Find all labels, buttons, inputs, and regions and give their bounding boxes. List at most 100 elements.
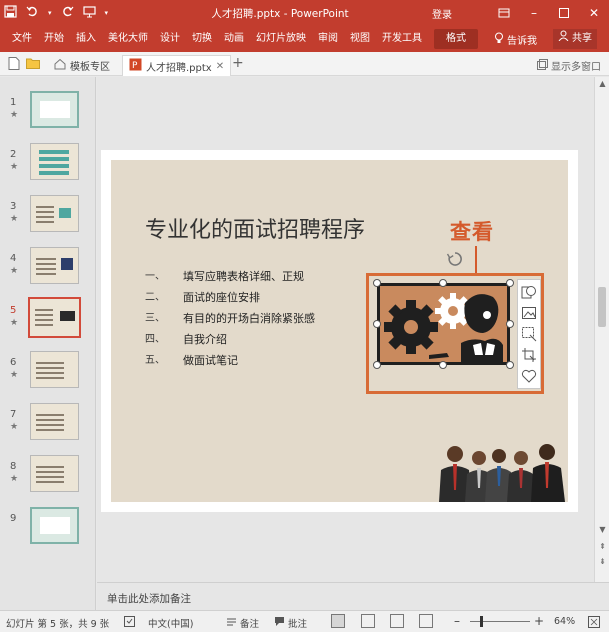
notes-pane[interactable]: 单击此处添加备注 <box>97 582 609 610</box>
tell-me-box[interactable]: 告诉我 <box>494 32 537 47</box>
tab-insert[interactable]: 插入 <box>70 26 102 52</box>
slide-thumbnail-active[interactable]: 5 ★ <box>0 293 95 345</box>
minimize-icon[interactable]: – <box>519 0 549 26</box>
zoom-level[interactable]: 64% <box>554 616 575 627</box>
tab-template-zone[interactable]: 模板专区 <box>48 55 116 76</box>
reading-view-icon[interactable] <box>390 614 404 628</box>
tab-file[interactable]: 文件 <box>6 26 38 52</box>
fit-to-window-icon[interactable] <box>588 616 600 628</box>
tab-design[interactable]: 设计 <box>154 26 186 52</box>
window-controls: – ✕ <box>489 0 609 26</box>
undo-dropdown-icon[interactable]: ▾ <box>48 9 52 17</box>
notes-toggle-label: 备注 <box>240 619 260 630</box>
svg-text:P: P <box>132 61 138 71</box>
slide-thumbnail[interactable]: 1 ★ <box>0 85 95 137</box>
quick-access-toolbar: ▾ ▾ <box>4 4 108 22</box>
slide-thumbnail[interactable]: 4 ★ <box>0 241 95 293</box>
bullet-item: 二、 面试的座位安排 <box>145 291 260 304</box>
layout-options-icon[interactable] <box>521 284 537 300</box>
comment-icon <box>274 616 285 630</box>
rotate-handle-icon[interactable] <box>446 250 464 268</box>
accessibility-icon[interactable] <box>124 616 135 627</box>
resize-handle-ne[interactable] <box>506 279 514 287</box>
show-multi-window-button[interactable]: 显示多窗口 <box>537 58 601 73</box>
tab-view[interactable]: 视图 <box>344 26 376 52</box>
zoom-slider[interactable] <box>470 621 530 622</box>
favorite-heart-icon[interactable] <box>521 368 537 384</box>
lightbulb-icon <box>494 32 504 47</box>
start-slideshow-icon[interactable] <box>82 5 96 21</box>
resize-handle-s[interactable] <box>439 361 447 369</box>
slide-number: 7 <box>10 409 17 420</box>
ribbon-tabs: 文件 开始 插入 美化大师 设计 切换 动画 幻灯片放映 审阅 视图 开发工具 … <box>6 26 478 52</box>
slide-canvas: 专业化的面试招聘程序 一、 填写应聘表格详细、正规 二、 面试的座位安排 三、 有目的… <box>101 150 578 512</box>
login-link[interactable]: 登录 <box>432 6 452 21</box>
slide-thumbnail[interactable]: 6 ★ <box>0 345 95 397</box>
open-folder-icon[interactable] <box>26 57 40 70</box>
scroll-down-icon[interactable]: ▼ <box>595 525 609 534</box>
slide-sorter-view-icon[interactable] <box>361 614 375 628</box>
language-label[interactable]: 中文(中国) <box>148 616 193 630</box>
add-tab-icon[interactable]: + <box>232 55 245 71</box>
customize-toolbar-icon[interactable]: ▾ <box>105 9 109 17</box>
zoom-in-icon[interactable]: + <box>534 614 544 628</box>
bullet-list[interactable]: 一、 填写应聘表格详细、正规 二、 面试的座位安排 三、 有目的的开场白消除紧张感 四… <box>145 270 350 375</box>
maximize-icon[interactable] <box>549 0 579 26</box>
resize-handle-e[interactable] <box>506 320 514 328</box>
multi-window-icon <box>537 58 548 73</box>
resize-handle-n[interactable] <box>439 279 447 287</box>
slide-preview <box>28 297 81 338</box>
person-icon <box>558 29 569 49</box>
new-document-icon[interactable] <box>8 57 21 70</box>
slide-number: 1 <box>10 97 17 108</box>
slide-thumbnail[interactable]: 3 ★ <box>0 189 95 241</box>
resize-handle-sw[interactable] <box>373 361 381 369</box>
business-people-image[interactable] <box>433 440 568 502</box>
crop-icon[interactable] <box>521 347 537 363</box>
tab-animations[interactable]: 动画 <box>218 26 250 52</box>
tab-slideshow[interactable]: 幻灯片放映 <box>250 26 312 52</box>
callout-line <box>475 246 477 273</box>
callout-label: 查看 <box>450 220 494 244</box>
title-bar: ▾ ▾ 人才招聘.pptx - PowerPoint 登录 – ✕ <box>0 0 609 26</box>
share-button[interactable]: 共享 <box>553 29 597 49</box>
tab-developer[interactable]: 开发工具 <box>376 26 428 52</box>
tab-review[interactable]: 审阅 <box>312 26 344 52</box>
resize-handle-se[interactable] <box>506 361 514 369</box>
scrollbar-thumb[interactable] <box>598 287 606 327</box>
picture-style-icon[interactable] <box>521 305 537 321</box>
zoom-slider-knob[interactable] <box>480 616 483 627</box>
previous-slide-icon[interactable]: ⇞ <box>595 542 609 551</box>
replace-picture-icon[interactable] <box>521 326 537 342</box>
scroll-up-icon[interactable]: ▲ <box>595 79 609 88</box>
close-icon[interactable]: ✕ <box>579 0 609 26</box>
resize-handle-w[interactable] <box>373 320 381 328</box>
zoom-out-icon[interactable]: – <box>454 614 460 628</box>
slide-thumbnail[interactable]: 9 <box>0 501 95 553</box>
notes-toggle-button[interactable]: 备注 <box>226 616 259 630</box>
resize-handle-nw[interactable] <box>373 279 381 287</box>
slide-preview <box>30 507 79 544</box>
comments-toggle-button[interactable]: 批注 <box>274 616 307 630</box>
close-tab-icon[interactable]: ✕ <box>216 61 224 72</box>
slide-thumbnail[interactable]: 7 ★ <box>0 397 95 449</box>
tab-transitions[interactable]: 切换 <box>186 26 218 52</box>
redo-icon[interactable] <box>61 5 74 21</box>
tab-format[interactable]: 格式 <box>434 29 478 49</box>
save-icon[interactable] <box>4 5 17 21</box>
slide-title[interactable]: 专业化的面试招聘程序 <box>145 212 365 244</box>
current-slide[interactable]: 专业化的面试招聘程序 一、 填写应聘表格详细、正规 二、 面试的座位安排 三、 有目的… <box>111 160 568 502</box>
notes-icon <box>226 616 237 630</box>
normal-view-icon[interactable] <box>331 614 345 628</box>
picture-quick-tools <box>517 279 541 389</box>
tab-active-document[interactable]: P 人才招聘.pptx ✕ <box>122 55 232 76</box>
ribbon-display-options-icon[interactable] <box>489 0 519 26</box>
tab-home[interactable]: 开始 <box>38 26 70 52</box>
vertical-scrollbar[interactable]: ▲ ▼ ⇞ ⇟ <box>594 77 609 582</box>
slideshow-view-icon[interactable] <box>419 614 433 628</box>
tab-beautify[interactable]: 美化大师 <box>102 26 154 52</box>
next-slide-icon[interactable]: ⇟ <box>595 557 609 566</box>
slide-thumbnail[interactable]: 8 ★ <box>0 449 95 501</box>
undo-icon[interactable] <box>26 5 39 21</box>
slide-thumbnail[interactable]: 2 ★ <box>0 137 95 189</box>
